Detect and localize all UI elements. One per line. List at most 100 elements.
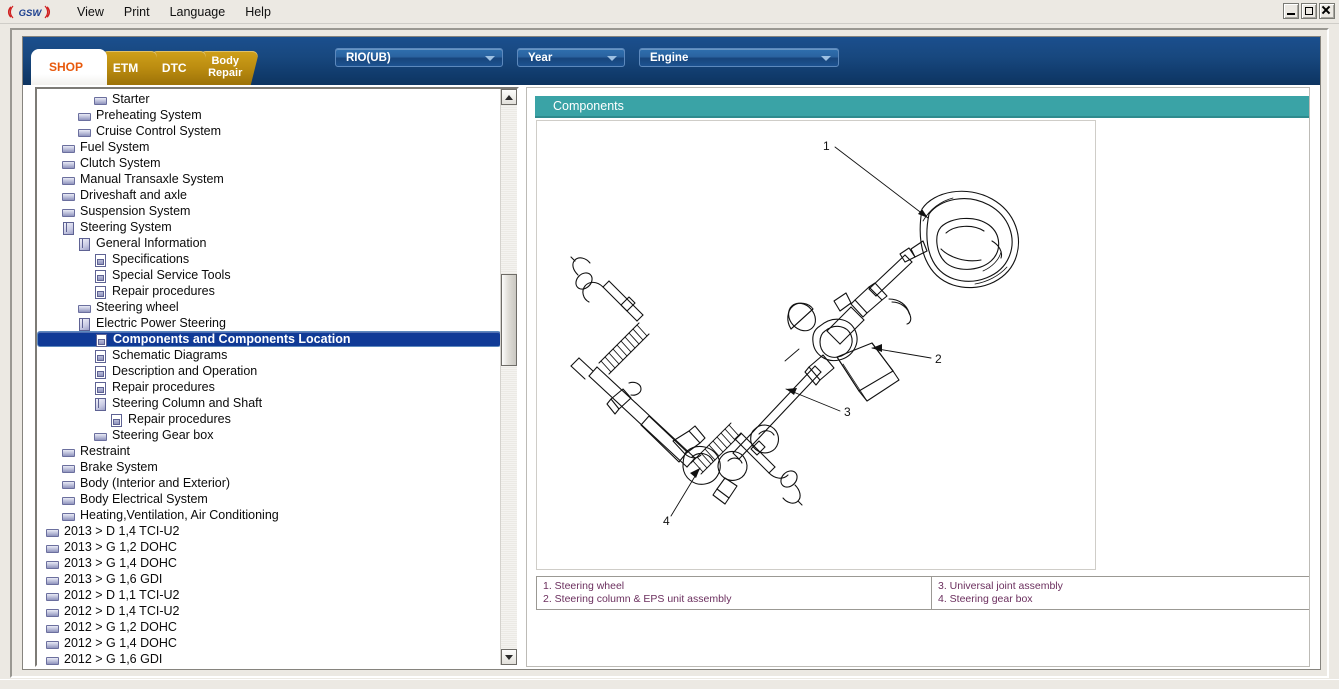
tree-item-label: Clutch System — [77, 155, 164, 171]
tree-item[interactable]: Heating,Ventilation, Air Conditioning — [37, 507, 501, 523]
menu-item-print[interactable]: Print — [114, 3, 160, 21]
folder-closed-icon — [45, 653, 58, 666]
section-header: Components — [535, 96, 1310, 118]
legend-item: 2. Steering column & EPS unit assembly — [543, 593, 931, 606]
model-select[interactable]: RIO(UB) — [335, 48, 503, 67]
scroll-down-button[interactable] — [501, 649, 517, 665]
svg-text:GSW: GSW — [19, 8, 43, 19]
tree-item[interactable]: Brake System — [37, 459, 501, 475]
folder-open-icon — [77, 317, 90, 330]
tree-item[interactable]: 2012 > D 1,1 TCI-U2 — [37, 587, 501, 603]
tree-item[interactable]: 2012 > D 1,4 TCI-U2 — [37, 603, 501, 619]
legend-item: 1. Steering wheel — [543, 580, 931, 593]
tree-item[interactable]: Description and Operation — [37, 363, 501, 379]
tree-item[interactable]: Fuel System — [37, 139, 501, 155]
tab-dtc-label: DTC — [162, 62, 187, 75]
folder-closed-icon — [45, 589, 58, 602]
document-icon — [94, 333, 107, 346]
document-icon — [93, 269, 106, 282]
tree-item[interactable]: Cruise Control System — [37, 123, 501, 139]
tree-item-label: 2012 > G 1,2 DOHC — [61, 619, 180, 635]
tree-item[interactable]: Repair procedures — [37, 411, 501, 427]
menu-item-language[interactable]: Language — [160, 3, 236, 21]
folder-closed-icon — [45, 621, 58, 634]
tree-item[interactable]: Driveshaft and axle — [37, 187, 501, 203]
tree-item[interactable]: Preheating System — [37, 107, 501, 123]
tree-item[interactable]: Body (Interior and Exterior) — [37, 475, 501, 491]
tree-item[interactable]: 2013 > G 1,2 DOHC — [37, 539, 501, 555]
tree-item-label: 2013 > G 1,6 GDI — [61, 571, 165, 587]
folder-closed-icon — [45, 637, 58, 650]
folder-closed-icon — [77, 301, 90, 314]
engine-select-value: Engine — [650, 52, 688, 64]
application-window: GSW View Print Language Help SHOP ETM — [0, 0, 1339, 689]
tree-item[interactable]: Starter — [37, 91, 501, 107]
maximize-button[interactable] — [1301, 3, 1317, 19]
menu-item-help[interactable]: Help — [235, 3, 281, 21]
callout-1: 1 — [823, 139, 830, 153]
tree-item-selected[interactable]: Components and Components Location — [37, 331, 501, 347]
tree-item[interactable]: Restraint — [37, 443, 501, 459]
tree-item[interactable]: Suspension System — [37, 203, 501, 219]
tree-item[interactable]: Repair procedures — [37, 283, 501, 299]
tree-item[interactable]: 2012 > G 1,2 DOHC — [37, 619, 501, 635]
tree-item[interactable]: 2012 > G 1,6 GDI — [37, 651, 501, 667]
tree-item-label: Cruise Control System — [93, 123, 224, 139]
navigation-tree[interactable]: StarterPreheating SystemCruise Control S… — [37, 89, 501, 667]
tree-item[interactable]: 2012 > G 1,4 DOHC — [37, 635, 501, 651]
legend-table: 1. Steering wheel 2. Steering column & E… — [536, 576, 1310, 610]
folder-closed-icon — [77, 109, 90, 122]
tree-vertical-scrollbar[interactable] — [500, 89, 517, 665]
menu-item-view[interactable]: View — [67, 3, 114, 21]
folder-open-icon — [93, 397, 106, 410]
document-icon — [93, 381, 106, 394]
tree-item-label: 2012 > D 1,4 TCI-U2 — [61, 603, 182, 619]
legend-column-right: 3. Universal joint assembly 4. Steering … — [931, 577, 1310, 609]
tree-item-label: Body Electrical System — [77, 491, 211, 507]
close-button[interactable] — [1319, 3, 1335, 19]
folder-closed-icon — [61, 205, 74, 218]
tree-item[interactable]: Electric Power Steering — [37, 315, 501, 331]
tree-item[interactable]: Repair procedures — [37, 379, 501, 395]
scrollbar-track[interactable] — [501, 105, 517, 649]
tree-item-label: Components and Components Location — [110, 331, 357, 347]
tree-item[interactable]: Steering wheel — [37, 299, 501, 315]
tree-item-label: Preheating System — [93, 107, 205, 123]
minimize-button[interactable] — [1283, 3, 1299, 19]
tree-item[interactable]: Clutch System — [37, 155, 501, 171]
scrollbar-thumb[interactable] — [501, 274, 517, 366]
tree-item[interactable]: Steering System — [37, 219, 501, 235]
tree-item-label: Driveshaft and axle — [77, 187, 190, 203]
tree-item[interactable]: Steering Column and Shaft — [37, 395, 501, 411]
gsw-logo-icon: GSW — [7, 4, 53, 20]
tree-item-label: Brake System — [77, 459, 161, 475]
document-icon — [93, 349, 106, 362]
chevron-down-icon — [821, 56, 831, 61]
tree-item[interactable]: Steering Gear box — [37, 427, 501, 443]
tree-item-label: Manual Transaxle System — [77, 171, 227, 187]
folder-closed-icon — [45, 605, 58, 618]
tree-item[interactable]: Body Electrical System — [37, 491, 501, 507]
tree-item[interactable]: General Information — [37, 235, 501, 251]
tab-shop[interactable]: SHOP — [31, 49, 107, 85]
tree-item[interactable]: 2013 > D 1,4 TCI-U2 — [37, 523, 501, 539]
folder-closed-icon — [45, 557, 58, 570]
tree-item-label: Body (Interior and Exterior) — [77, 475, 233, 491]
menu-bar: GSW View Print Language Help — [0, 0, 1339, 24]
scroll-up-button[interactable] — [501, 89, 517, 105]
folder-closed-icon — [61, 461, 74, 474]
year-select[interactable]: Year — [517, 48, 625, 67]
tree-item[interactable]: Schematic Diagrams — [37, 347, 501, 363]
folder-closed-icon — [61, 509, 74, 522]
tree-item[interactable]: Special Service Tools — [37, 267, 501, 283]
tree-item-label: Steering wheel — [93, 299, 182, 315]
document-icon — [93, 365, 106, 378]
tree-item[interactable]: Specifications — [37, 251, 501, 267]
tree-item-label: 2013 > D 1,4 TCI-U2 — [61, 523, 182, 539]
engine-select[interactable]: Engine — [639, 48, 839, 67]
tree-item[interactable]: Manual Transaxle System — [37, 171, 501, 187]
tree-item[interactable]: 2013 > G 1,4 DOHC — [37, 555, 501, 571]
tree-item-label: Repair procedures — [109, 379, 218, 395]
main-frame-inner: SHOP ETM DTC Body Repair — [22, 36, 1321, 670]
tree-item[interactable]: 2013 > G 1,6 GDI — [37, 571, 501, 587]
